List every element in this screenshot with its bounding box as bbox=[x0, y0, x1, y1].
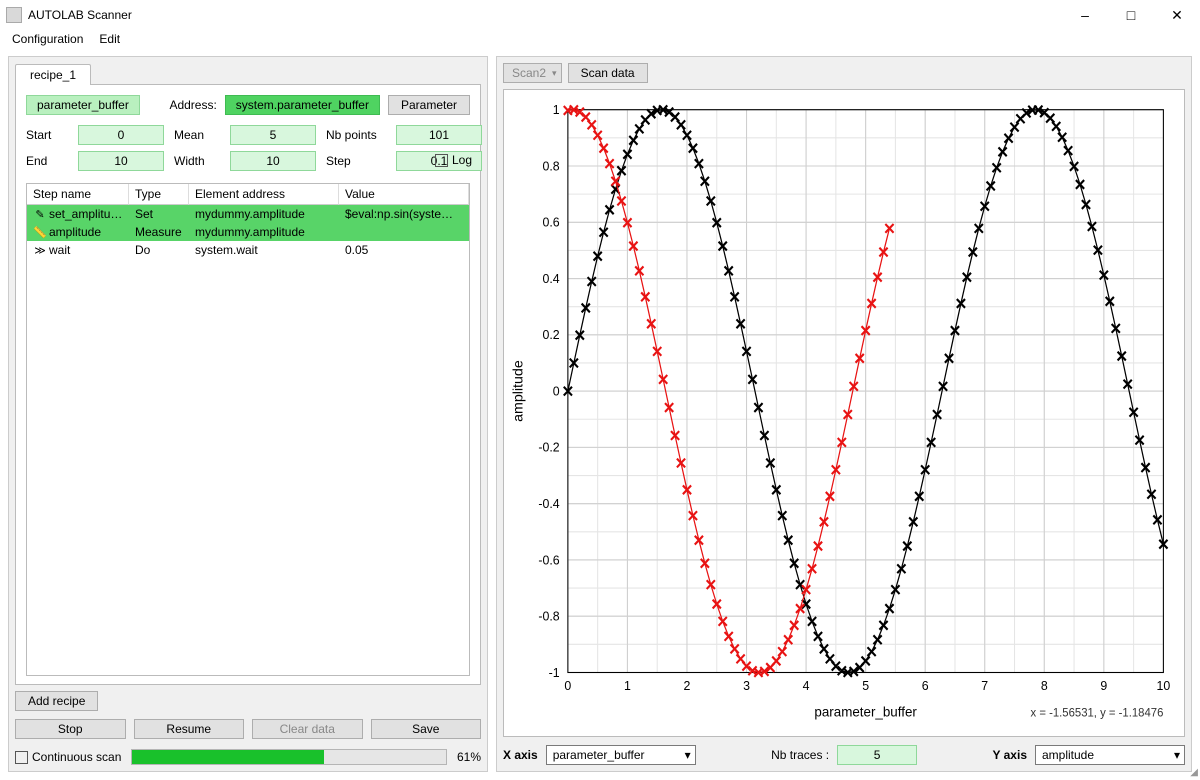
log-label: Log bbox=[452, 153, 472, 167]
svg-text:-0.4: -0.4 bbox=[538, 496, 559, 511]
steps-table[interactable]: Step name Type Element address Value ✎se… bbox=[26, 183, 470, 676]
nb-traces-input[interactable]: 5 bbox=[837, 745, 917, 765]
right-panel: Scan2 ▾ Scan data 012345678910-1-0.8-0.6… bbox=[496, 56, 1192, 772]
log-checkbox[interactable] bbox=[435, 154, 448, 167]
table-row[interactable]: ≫waitDosystem.wait0.05 bbox=[27, 241, 469, 259]
clear-data-button[interactable]: Clear data bbox=[252, 719, 363, 739]
x-axis-label: X axis bbox=[503, 748, 538, 762]
col-type[interactable]: Type bbox=[129, 184, 189, 205]
scan-data-button[interactable]: Scan data bbox=[568, 63, 648, 83]
title-bar: AUTOLAB Scanner – □ ✕ bbox=[0, 0, 1200, 30]
step-icon: 📏 bbox=[33, 226, 47, 239]
svg-text:0.2: 0.2 bbox=[542, 327, 559, 342]
svg-text:0: 0 bbox=[553, 383, 560, 398]
svg-text:-1: -1 bbox=[549, 665, 560, 680]
svg-text:x = -1.56531, y = -1.18476: x = -1.56531, y = -1.18476 bbox=[1031, 706, 1164, 719]
svg-text:7: 7 bbox=[981, 678, 988, 693]
nb-points-input[interactable]: 101 bbox=[396, 125, 482, 145]
progress-bar bbox=[131, 749, 447, 765]
app-icon bbox=[6, 7, 22, 23]
step-label: Step bbox=[326, 154, 386, 168]
progress-percent: 61% bbox=[457, 750, 481, 764]
mean-label: Mean bbox=[174, 128, 220, 142]
svg-text:parameter_buffer: parameter_buffer bbox=[814, 703, 917, 719]
step-icon: ✎ bbox=[33, 208, 47, 221]
start-input[interactable]: 0 bbox=[78, 125, 164, 145]
step-icon: ≫ bbox=[33, 244, 47, 257]
close-button[interactable]: ✕ bbox=[1154, 0, 1200, 30]
svg-text:-0.2: -0.2 bbox=[538, 439, 559, 454]
y-axis-select[interactable]: amplitude ▾ bbox=[1035, 745, 1185, 765]
scan-select[interactable]: Scan2 ▾ bbox=[503, 63, 562, 83]
minimize-button[interactable]: – bbox=[1062, 0, 1108, 30]
nb-points-label: Nb points bbox=[326, 128, 386, 142]
svg-text:-0.8: -0.8 bbox=[538, 608, 559, 623]
svg-text:3: 3 bbox=[743, 678, 750, 693]
svg-text:0.6: 0.6 bbox=[542, 214, 559, 229]
recipe-tab-body: parameter_buffer Address: system.paramet… bbox=[15, 84, 481, 685]
svg-text:2: 2 bbox=[684, 678, 691, 693]
y-axis-label: Y axis bbox=[993, 748, 1027, 762]
left-panel: recipe_1 parameter_buffer Address: syste… bbox=[8, 56, 488, 772]
svg-text:1: 1 bbox=[553, 102, 560, 117]
col-element-address[interactable]: Element address bbox=[189, 184, 339, 205]
end-label: End bbox=[26, 154, 68, 168]
svg-text:8: 8 bbox=[1041, 678, 1048, 693]
scan-select-value: Scan2 bbox=[512, 66, 546, 80]
end-input[interactable]: 10 bbox=[78, 151, 164, 171]
menu-configuration[interactable]: Configuration bbox=[4, 30, 91, 48]
chevron-down-icon: ▾ bbox=[552, 68, 557, 79]
x-axis-select[interactable]: parameter_buffer ▾ bbox=[546, 745, 696, 765]
resize-grip[interactable]: ◢ bbox=[1190, 767, 1198, 778]
continuous-scan-checkbox[interactable] bbox=[15, 751, 28, 764]
svg-text:1: 1 bbox=[624, 678, 631, 693]
address-label: Address: bbox=[169, 98, 216, 112]
svg-text:5: 5 bbox=[862, 678, 869, 693]
tab-recipe-1[interactable]: recipe_1 bbox=[15, 64, 91, 85]
svg-text:10: 10 bbox=[1157, 678, 1171, 693]
svg-text:0.4: 0.4 bbox=[542, 271, 559, 286]
x-axis-value: parameter_buffer bbox=[553, 748, 645, 762]
width-label: Width bbox=[174, 154, 220, 168]
width-input[interactable]: 10 bbox=[230, 151, 316, 171]
col-value[interactable]: Value bbox=[339, 184, 469, 205]
maximize-button[interactable]: □ bbox=[1108, 0, 1154, 30]
menu-edit[interactable]: Edit bbox=[91, 30, 128, 48]
stop-button[interactable]: Stop bbox=[15, 719, 126, 739]
parameter-buffer-chip[interactable]: parameter_buffer bbox=[26, 95, 140, 115]
svg-text:4: 4 bbox=[803, 678, 810, 693]
svg-text:6: 6 bbox=[922, 678, 929, 693]
y-axis-value: amplitude bbox=[1042, 748, 1094, 762]
menu-bar: Configuration Edit bbox=[0, 30, 1200, 52]
table-row[interactable]: 📏amplitudeMeasuremydummy.amplitude bbox=[27, 223, 469, 241]
svg-text:9: 9 bbox=[1100, 678, 1107, 693]
continuous-scan-label: Continuous scan bbox=[32, 750, 121, 764]
svg-text:-0.6: -0.6 bbox=[538, 552, 559, 567]
start-label: Start bbox=[26, 128, 68, 142]
mean-input[interactable]: 5 bbox=[230, 125, 316, 145]
col-step-name[interactable]: Step name bbox=[27, 184, 129, 205]
svg-text:0.8: 0.8 bbox=[542, 158, 559, 173]
svg-text:amplitude: amplitude bbox=[510, 360, 526, 422]
save-button[interactable]: Save bbox=[371, 719, 482, 739]
chevron-down-icon: ▾ bbox=[685, 748, 691, 762]
resume-button[interactable]: Resume bbox=[134, 719, 245, 739]
parameter-button[interactable]: Parameter bbox=[388, 95, 470, 115]
plot-area[interactable]: 0 1 2 3 4 5 6 7 8 9 10 -1 -0.8 -0.6 -0.4 -0.2 0 0.2 0.4 0.6… bbox=[503, 89, 1185, 737]
window-title: AUTOLAB Scanner bbox=[28, 8, 1062, 22]
table-row[interactable]: ✎set_amplitu…Setmydummy.amplitude$eval:n… bbox=[27, 205, 469, 223]
chevron-down-icon: ▾ bbox=[1174, 748, 1180, 762]
svg-text:0: 0 bbox=[564, 678, 571, 693]
nb-traces-label: Nb traces : bbox=[771, 748, 829, 762]
address-value: system.parameter_buffer bbox=[225, 95, 380, 115]
add-recipe-button[interactable]: Add recipe bbox=[15, 691, 98, 711]
